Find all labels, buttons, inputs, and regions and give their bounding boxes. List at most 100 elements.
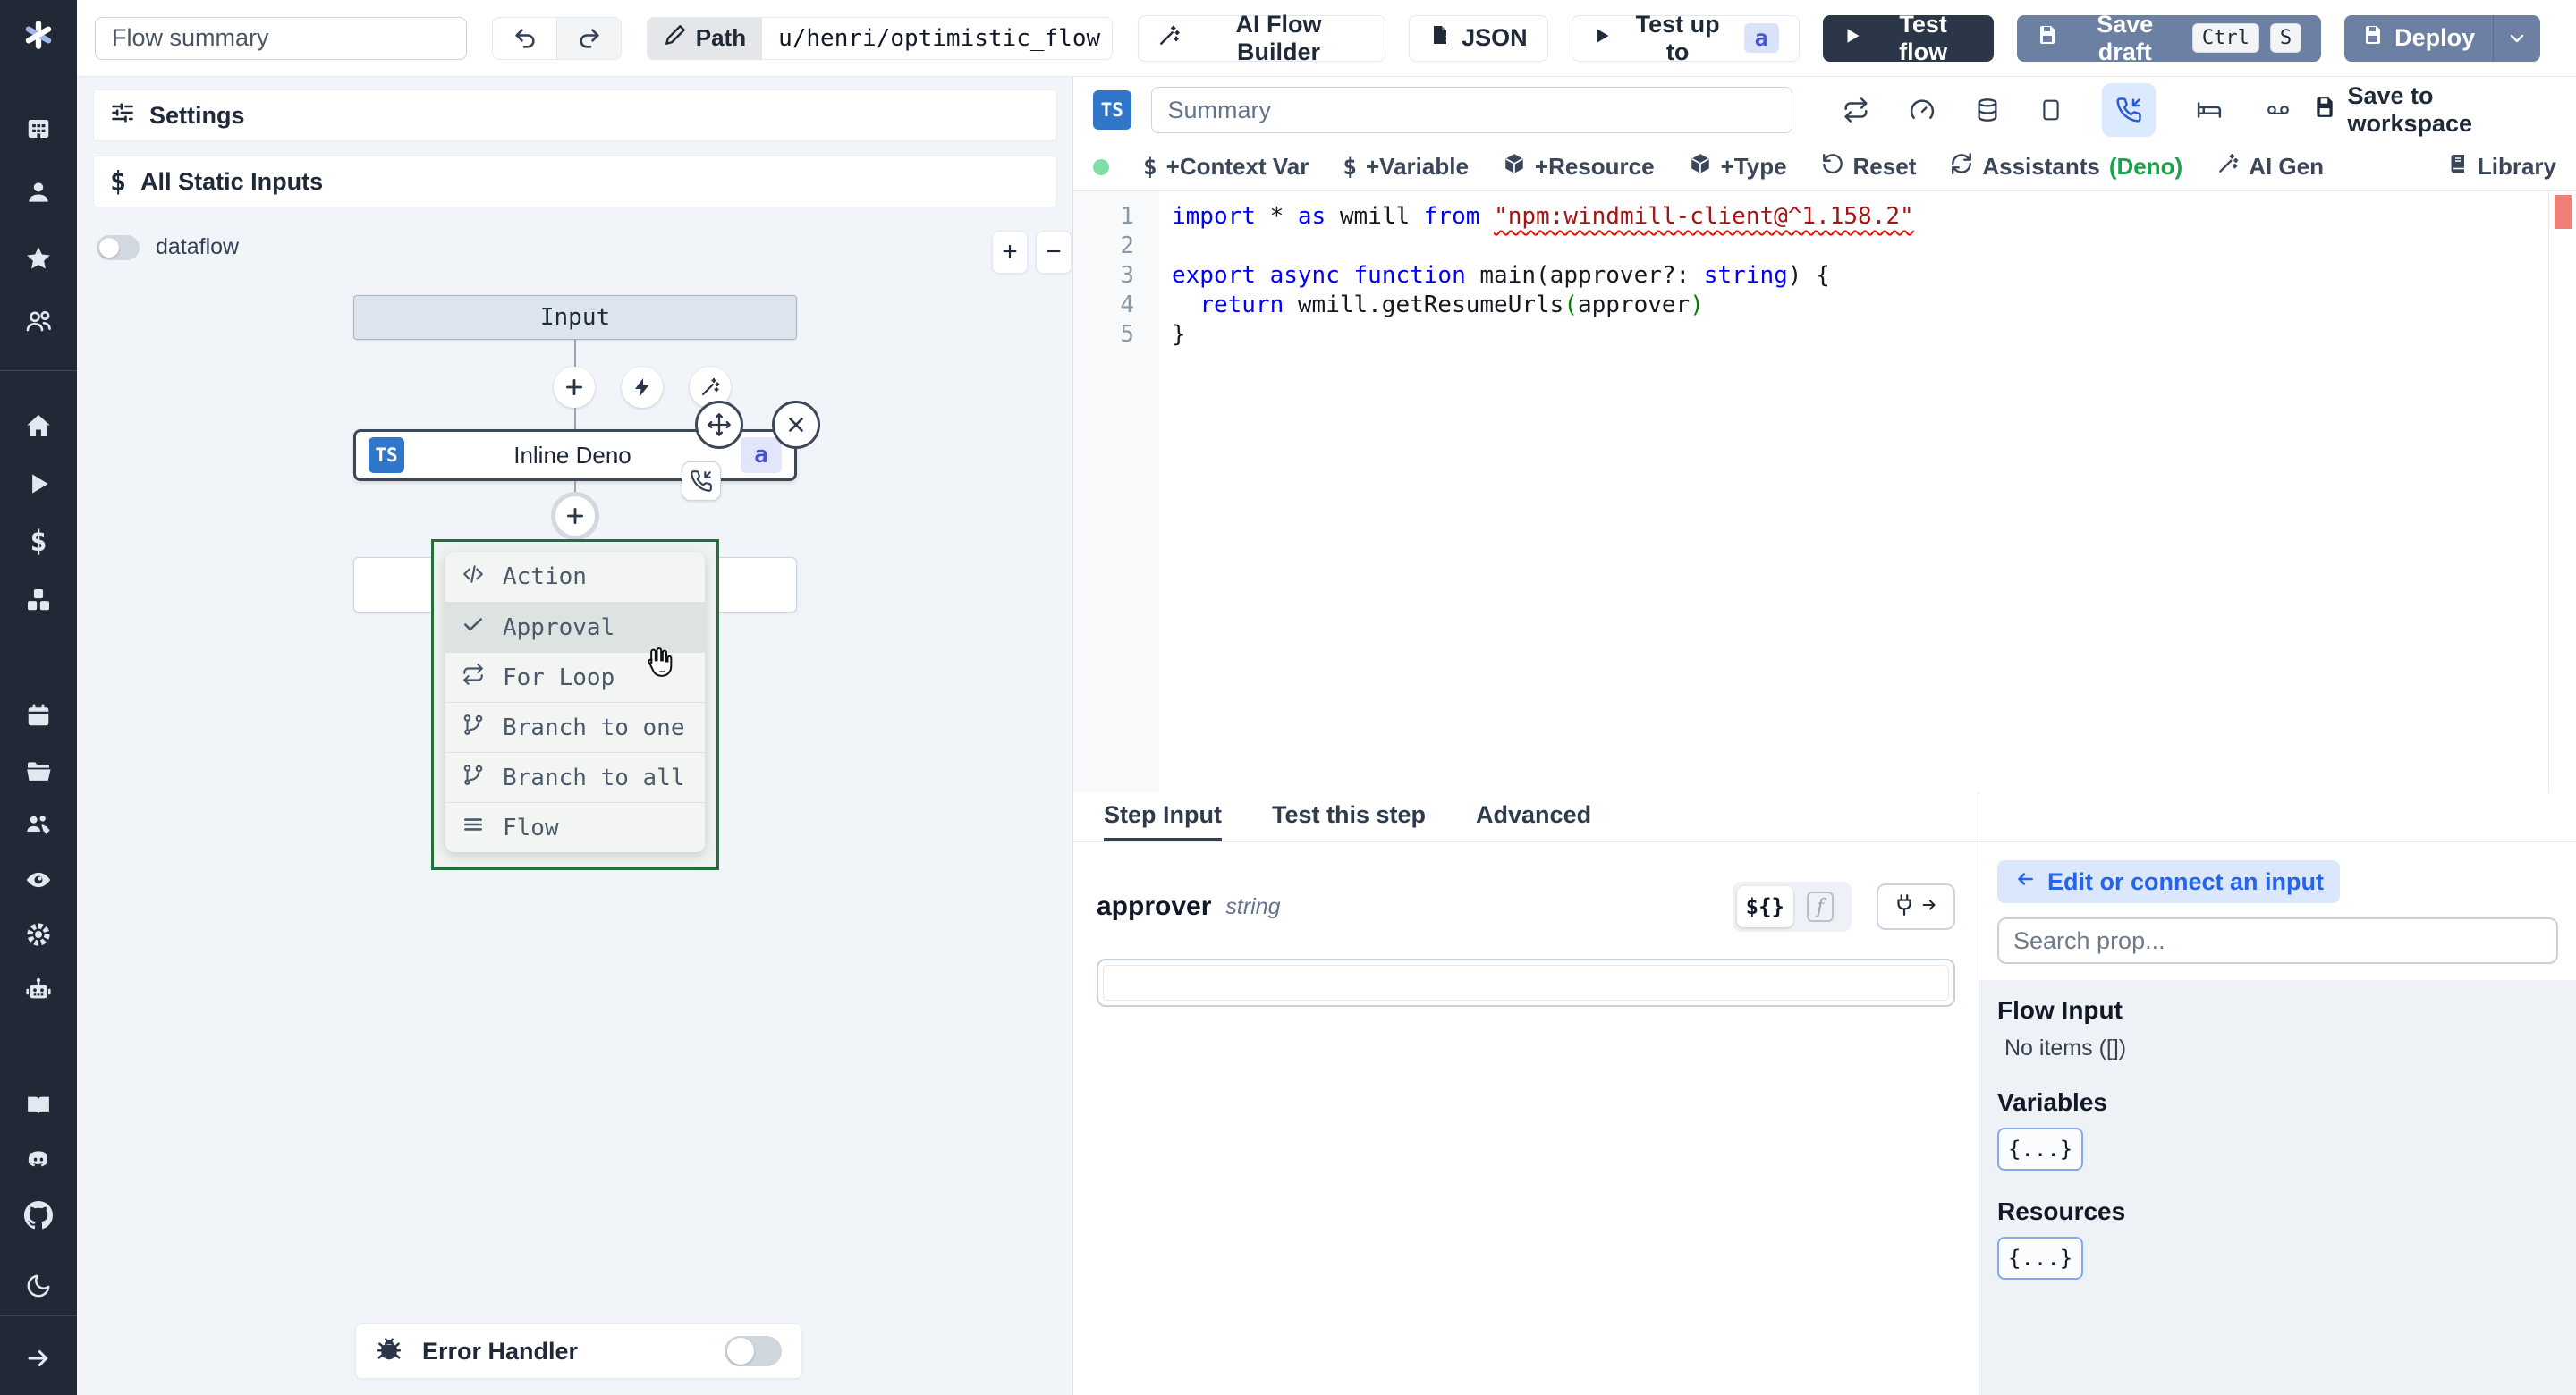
plus-icon xyxy=(566,379,582,395)
settings-gear-icon[interactable] xyxy=(21,919,56,950)
add-context-var-button[interactable]: $ +Context Var xyxy=(1143,153,1309,181)
move-step-button[interactable] xyxy=(695,401,743,449)
windmill-logo-icon[interactable] xyxy=(21,20,56,50)
users-icon[interactable] xyxy=(21,306,56,336)
apps-icon[interactable] xyxy=(21,114,56,144)
add-step-button[interactable] xyxy=(554,367,595,408)
docs-book-icon[interactable] xyxy=(21,1090,56,1120)
resources-object-chip[interactable]: {...} xyxy=(1997,1237,2084,1280)
mock-voicemail-icon[interactable] xyxy=(2263,98,2293,122)
editor-code[interactable]: import * as wmill from "npm:windmill-cli… xyxy=(1159,191,2576,792)
retries-icon[interactable] xyxy=(1843,97,1869,123)
approver-value-input[interactable] xyxy=(1103,965,1949,1001)
sleep-bed-icon[interactable] xyxy=(2195,97,2224,123)
ai-flow-builder-button[interactable]: AI Flow Builder xyxy=(1137,11,1386,65)
zoom-out-button[interactable]: − xyxy=(1036,231,1072,274)
tab-step-input[interactable]: Step Input xyxy=(1104,792,1222,841)
menu-item-label: Action xyxy=(503,563,587,590)
input-mode-toggle: ${} f xyxy=(1732,882,1852,932)
fn-mode-button[interactable]: f xyxy=(1793,886,1847,927)
expand-arrow-icon[interactable] xyxy=(21,1343,56,1374)
runs-icon[interactable] xyxy=(21,469,56,499)
code-line[interactable]: import * as wmill from "npm:windmill-cli… xyxy=(1172,202,2576,232)
save-draft-button[interactable]: Save draft Ctrl S xyxy=(2016,11,2322,65)
trigger-button[interactable] xyxy=(622,367,663,408)
dark-mode-moon-icon[interactable] xyxy=(21,1271,56,1301)
menu-item-branch-to-one[interactable]: Branch to one xyxy=(445,702,705,752)
windmill-flow-builder: $ Flow summary Path u/henri/optimistic_f… xyxy=(0,0,2576,1395)
resources-icon[interactable] xyxy=(21,585,56,615)
path-group[interactable]: Path u/henri/optimistic_flow xyxy=(646,16,1113,60)
star-icon[interactable] xyxy=(21,243,56,274)
magic-wand-icon xyxy=(2216,152,2240,182)
redo-button[interactable] xyxy=(556,17,621,59)
path-chip[interactable]: Path xyxy=(647,17,763,59)
menu-item-action[interactable]: Action xyxy=(445,552,705,602)
menu-item-for-loop[interactable]: For Loop xyxy=(445,652,705,702)
flow-settings-button[interactable]: Settings xyxy=(93,89,1057,141)
code-editor[interactable]: 12345 import * as wmill from "npm:windmi… xyxy=(1073,191,2576,792)
deploy-dropdown-button[interactable] xyxy=(2493,14,2540,62)
package-icon xyxy=(1503,152,1526,182)
cache-database-icon[interactable] xyxy=(1975,97,2000,123)
folders-icon[interactable] xyxy=(21,757,56,787)
flow-input-empty: No items ([]) xyxy=(2004,1036,2127,1061)
flow-input-node[interactable]: Input xyxy=(353,295,797,340)
expr-mode-button[interactable]: ${} xyxy=(1736,886,1793,927)
editor-scrollbar[interactable] xyxy=(2548,191,2549,792)
schedules-icon[interactable] xyxy=(21,700,56,731)
menu-item-branch-to-all[interactable]: Branch to all xyxy=(445,752,705,802)
deploy-button[interactable]: Deploy xyxy=(2344,15,2493,62)
add-type-button[interactable]: +Type xyxy=(1689,152,1787,182)
test-flow-button[interactable]: Test flow xyxy=(1822,11,1994,65)
error-handler-toggle[interactable] xyxy=(724,1336,782,1366)
add-context-var-label: +Context Var xyxy=(1165,153,1309,180)
sliders-icon xyxy=(110,100,135,131)
code-line[interactable] xyxy=(1172,232,2576,261)
github-icon[interactable] xyxy=(21,1200,56,1230)
editor-gutter: 12345 xyxy=(1073,191,1159,792)
code-line[interactable]: return wmill.getResumeUrls(approver) xyxy=(1172,291,2576,320)
tab-test-this-step[interactable]: Test this step xyxy=(1272,792,1426,841)
undo-button[interactable] xyxy=(493,17,557,59)
search-prop-input[interactable] xyxy=(1997,917,2558,964)
tab-advanced[interactable]: Advanced xyxy=(1476,792,1591,841)
test-up-to-label: Test up to xyxy=(1635,10,1720,65)
connect-input-button[interactable] xyxy=(1877,884,1955,930)
groups-icon[interactable] xyxy=(21,809,56,840)
assistants-button[interactable]: Assistants (Deno) xyxy=(1950,152,2182,182)
json-button[interactable]: JSON xyxy=(1409,14,1548,62)
delete-step-button[interactable] xyxy=(772,401,820,449)
audit-eye-icon[interactable] xyxy=(21,865,56,895)
suspend-phone-incoming-icon xyxy=(682,461,721,501)
menu-item-approval[interactable]: Approval xyxy=(445,602,705,652)
robot-icon[interactable] xyxy=(21,975,56,1005)
variables-object-chip[interactable]: {...} xyxy=(1997,1128,2084,1171)
editor-header-row: TS Save to workspace xyxy=(1073,77,2576,143)
save-to-workspace-button[interactable]: Save to workspace xyxy=(2313,82,2556,138)
add-variable-button[interactable]: $ +Variable xyxy=(1343,153,1469,181)
ai-gen-button[interactable]: AI Gen xyxy=(2216,152,2324,182)
code-line[interactable]: export async function main(approver?: st… xyxy=(1172,261,2576,291)
early-stop-gauge-icon[interactable] xyxy=(1909,97,1936,123)
dataflow-toggle[interactable] xyxy=(97,234,140,260)
all-static-inputs-button[interactable]: $ All Static Inputs xyxy=(93,156,1057,207)
variables-icon[interactable]: $ xyxy=(21,524,56,558)
home-icon[interactable] xyxy=(21,410,56,441)
suspend-approval-icon[interactable] xyxy=(2102,83,2157,137)
add-resource-button[interactable]: +Resource xyxy=(1503,152,1655,182)
library-button[interactable]: Library xyxy=(2447,152,2556,182)
discord-icon[interactable] xyxy=(21,1145,56,1175)
user-icon[interactable] xyxy=(21,177,56,207)
step-summary-input[interactable] xyxy=(1150,87,1793,133)
menu-item-flow[interactable]: Flow xyxy=(445,802,705,852)
reset-button[interactable]: Reset xyxy=(1821,152,1916,182)
zoom-in-button[interactable]: + xyxy=(992,231,1028,274)
script-card-icon[interactable] xyxy=(2039,97,2063,123)
zap-icon xyxy=(635,378,649,396)
edit-or-connect-button[interactable]: Edit or connect an input xyxy=(1997,860,2340,903)
insert-step-button[interactable] xyxy=(551,492,599,540)
code-line[interactable]: } xyxy=(1172,320,2576,350)
flow-summary-input[interactable] xyxy=(95,16,468,60)
test-up-to-button[interactable]: Test up to a xyxy=(1571,11,1800,65)
